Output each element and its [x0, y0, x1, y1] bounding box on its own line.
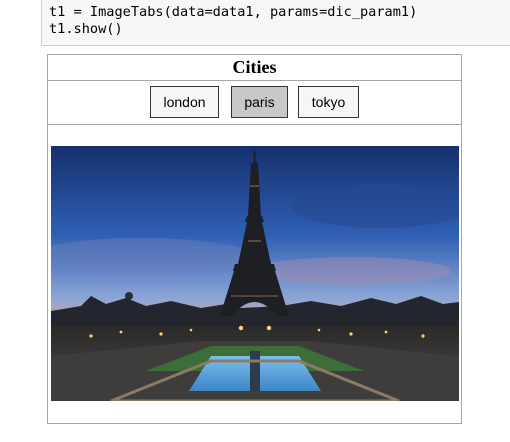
eiffel-tower-picture: [51, 146, 459, 401]
widget-title: Cities: [48, 55, 461, 81]
code-line-2: t1.show(): [49, 21, 123, 37]
tab-bar: london paris tokyo: [48, 80, 461, 125]
tab-tokyo[interactable]: tokyo: [298, 86, 359, 118]
code-cell[interactable]: t1 = ImageTabs(data=data1, params=dic_pa…: [41, 0, 510, 46]
image-tabs-widget: Cities london paris tokyo: [47, 54, 462, 424]
code-line-1: t1 = ImageTabs(data=data1, params=dic_pa…: [49, 4, 418, 20]
city-image: [51, 146, 459, 401]
tab-paris[interactable]: paris: [231, 86, 288, 118]
tab-london[interactable]: london: [150, 86, 219, 118]
